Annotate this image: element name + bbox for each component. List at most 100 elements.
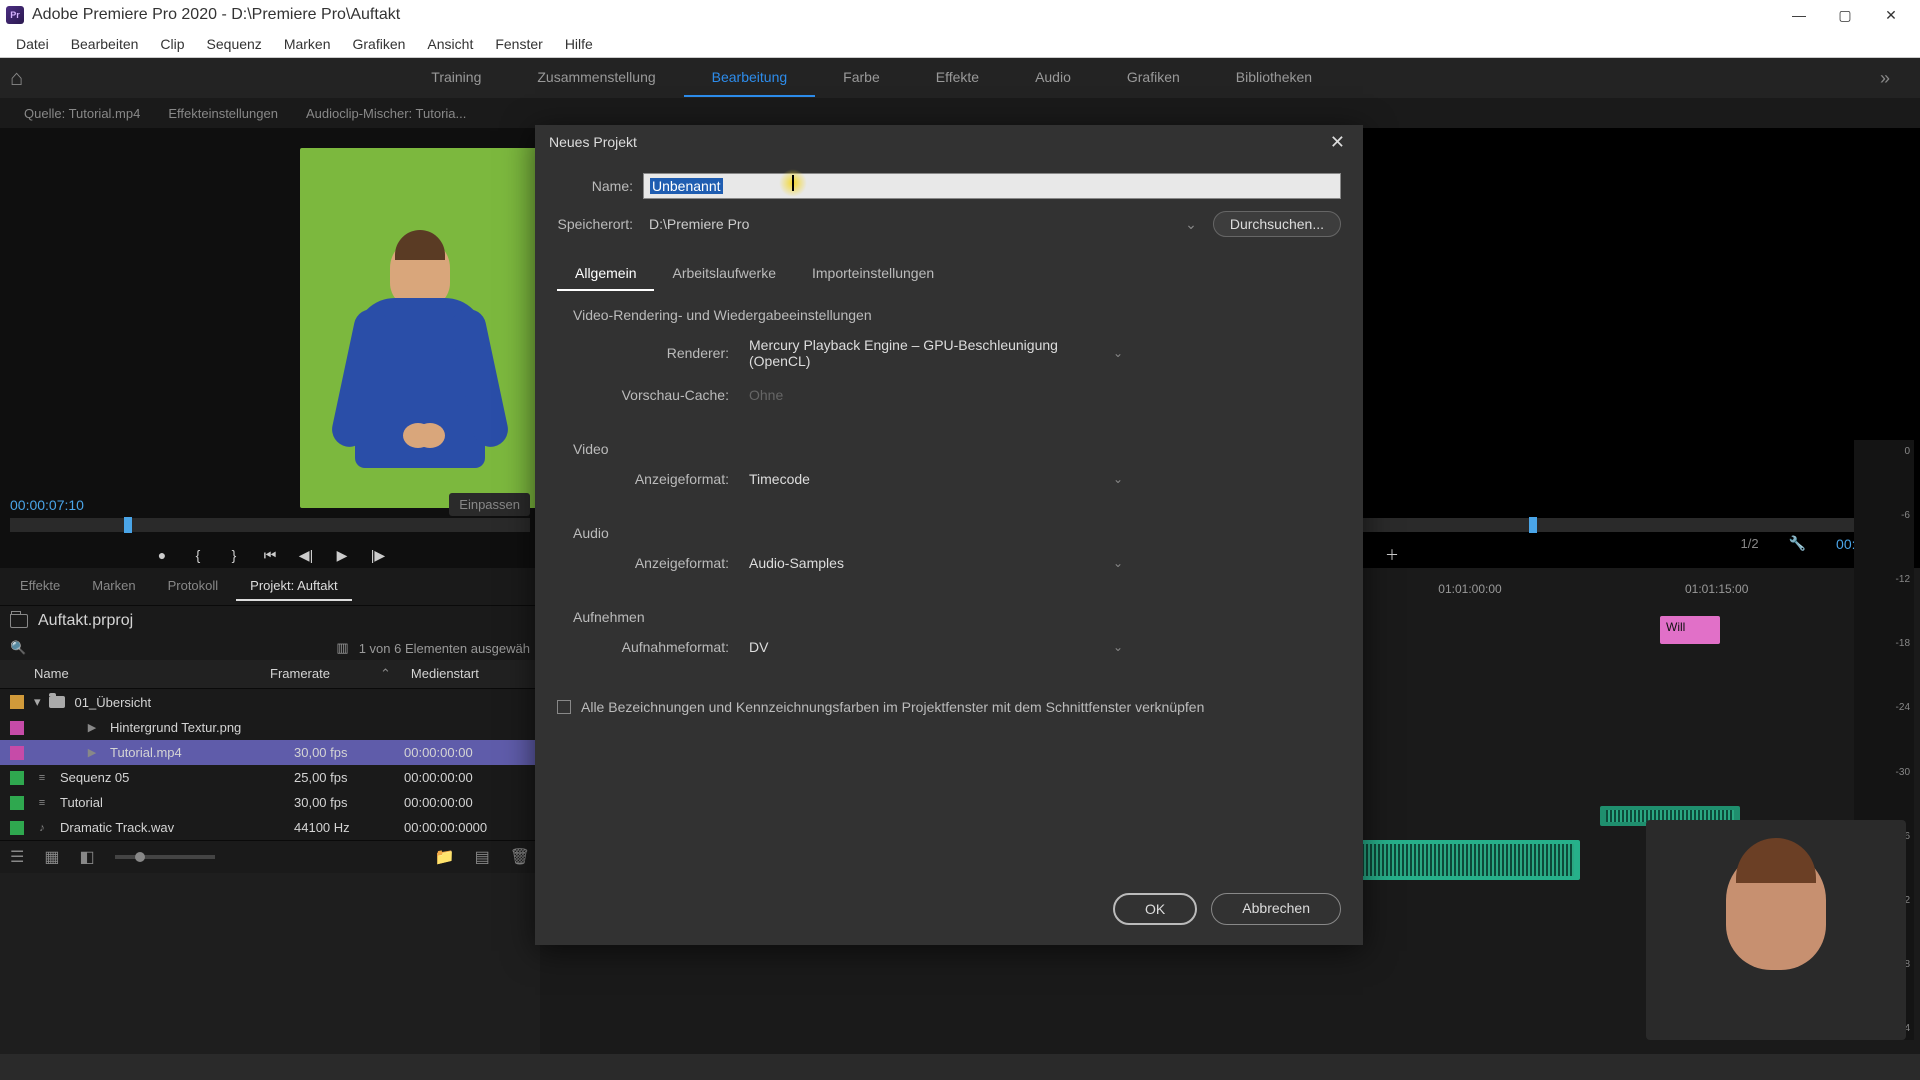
settings-plus-icon[interactable]: ＋	[1383, 546, 1401, 564]
menu-sequenz[interactable]: Sequenz	[197, 32, 272, 56]
tab-effect-controls[interactable]: Effekteinstellungen	[154, 100, 292, 127]
label-swatch	[10, 796, 24, 810]
search-icon[interactable]: 🔍	[10, 640, 26, 656]
trash-icon[interactable]: 🗑	[510, 847, 530, 867]
table-row[interactable]: ▾01_Übersicht	[0, 689, 540, 715]
location-label: Speicherort:	[557, 216, 643, 232]
menu-ansicht[interactable]: Ansicht	[417, 32, 483, 56]
new-bin-icon[interactable]: 📁	[435, 847, 455, 867]
col-framerate[interactable]: Framerate	[270, 666, 380, 682]
cancel-button[interactable]: Abbrechen	[1211, 893, 1341, 925]
table-row[interactable]: ▶Hintergrund Textur.png	[0, 715, 540, 740]
step-fwd-icon[interactable]: |▶	[369, 546, 387, 564]
mark-in-icon[interactable]: {	[189, 546, 207, 564]
step-back-icon[interactable]: ◀|	[297, 546, 315, 564]
menu-datei[interactable]: Datei	[6, 32, 59, 56]
table-row[interactable]: ≡Sequenz 0525,00 fps00:00:00:00	[0, 765, 540, 790]
sort-arrow-icon[interactable]: ⌃	[380, 666, 391, 682]
table-row[interactable]: ▶Tutorial.mp430,00 fps00:00:00:00	[0, 740, 540, 765]
table-row[interactable]: ♪Dramatic Track.wav44100 Hz00:00:00:0000	[0, 815, 540, 840]
dialog-close-icon[interactable]: ✕	[1326, 132, 1349, 153]
meter-tick: -12	[1858, 574, 1910, 585]
tab-audio-mixer[interactable]: Audioclip-Mischer: Tutoria...	[292, 100, 480, 127]
tab-projekt[interactable]: Projekt: Auftakt	[236, 572, 351, 601]
app-icon: Pr	[6, 6, 24, 24]
renderer-dropdown[interactable]: Mercury Playback Engine – GPU-Beschleuni…	[741, 333, 1131, 373]
audio-format-dropdown[interactable]: Audio-Samples⌄	[741, 551, 1131, 575]
source-scrubber[interactable]	[10, 518, 530, 532]
section-capture-title: Aufnehmen	[573, 609, 1341, 625]
tab-allgemein[interactable]: Allgemein	[557, 257, 654, 291]
filter-bin-icon[interactable]: ▥	[336, 640, 348, 656]
project-bottom-toolbar: ☰ ▦ ◧ 📁 ▤ 🗑	[0, 840, 540, 873]
location-dropdown[interactable]: D:\Premiere Pro⌄	[643, 212, 1203, 237]
cache-dropdown: Ohne	[741, 383, 1131, 407]
workspace-tab-training[interactable]: Training	[403, 59, 509, 97]
item-name: Hintergrund Textur.png	[110, 720, 241, 735]
tab-effekte[interactable]: Effekte	[6, 572, 74, 601]
workspace-tab-farbe[interactable]: Farbe	[815, 59, 908, 97]
clip-icon: ▶	[84, 747, 100, 759]
tab-source[interactable]: Quelle: Tutorial.mp4	[10, 100, 154, 127]
freeform-view-icon[interactable]: ◧	[79, 847, 94, 867]
play-icon[interactable]: ▶	[333, 546, 351, 564]
add-marker-icon[interactable]: ●	[153, 546, 171, 564]
goto-in-icon[interactable]: ⏮	[261, 546, 279, 564]
menu-marken[interactable]: Marken	[274, 32, 341, 56]
label-swatch	[10, 746, 24, 760]
clip-icon: ♪	[34, 822, 50, 834]
minimize-button[interactable]: —	[1776, 0, 1822, 30]
source-video-preview[interactable]	[300, 148, 540, 508]
video-clip[interactable]: Will	[1660, 616, 1720, 644]
video-format-dropdown[interactable]: Timecode⌄	[741, 467, 1131, 491]
tab-arbeitslaufwerke[interactable]: Arbeitslaufwerke	[654, 257, 794, 291]
zoom-slider[interactable]	[115, 855, 215, 859]
menu-clip[interactable]: Clip	[150, 32, 194, 56]
ok-button[interactable]: OK	[1113, 893, 1197, 925]
icon-view-icon[interactable]: ▦	[44, 847, 59, 867]
expand-icon[interactable]: ▾	[34, 694, 41, 710]
workspace-tab-grafiken[interactable]: Grafiken	[1099, 59, 1208, 97]
workspace-tab-bearbeitung[interactable]: Bearbeitung	[684, 59, 816, 97]
browse-button[interactable]: Durchsuchen...	[1213, 211, 1341, 237]
close-window-button[interactable]: ✕	[1868, 0, 1914, 30]
menu-fenster[interactable]: Fenster	[485, 32, 552, 56]
source-timecode[interactable]: 00:00:07:10	[10, 497, 84, 513]
link-labels-checkbox[interactable]	[557, 700, 571, 714]
col-medienstart[interactable]: Medienstart	[411, 666, 531, 682]
maximize-button[interactable]: ▢	[1822, 0, 1868, 30]
program-zoom[interactable]: 1/2	[1741, 536, 1759, 551]
workspace-tab-audio[interactable]: Audio	[1007, 59, 1099, 97]
webcam-overlay	[1646, 820, 1906, 1040]
meter-tick: -6	[1858, 510, 1910, 521]
home-icon[interactable]: ⌂	[10, 65, 23, 91]
table-row[interactable]: ≡Tutorial30,00 fps00:00:00:00	[0, 790, 540, 815]
workspace-tab-effekte[interactable]: Effekte	[908, 59, 1007, 97]
label-swatch	[10, 821, 24, 835]
workspace-tab-zusammenstellung[interactable]: Zusammenstellung	[509, 59, 683, 97]
menu-grafiken[interactable]: Grafiken	[343, 32, 416, 56]
ruler-tick: 01:01:15:00	[1593, 582, 1840, 602]
folder-icon	[49, 696, 65, 708]
section-video-title: Video	[573, 441, 1341, 457]
workspace-tab-bibliotheken[interactable]: Bibliotheken	[1208, 59, 1340, 97]
tab-importeinstellungen[interactable]: Importeinstellungen	[794, 257, 952, 291]
item-medienstart: 00:00:00:0000	[404, 820, 524, 835]
project-name-input[interactable]: Unbenannt	[643, 173, 1341, 199]
mark-out-icon[interactable]: }	[225, 546, 243, 564]
new-item-icon[interactable]: ▤	[475, 847, 490, 867]
capture-format-dropdown[interactable]: DV⌄	[741, 635, 1131, 659]
tab-marken[interactable]: Marken	[78, 572, 149, 601]
workspace-overflow-icon[interactable]: »	[1860, 68, 1910, 89]
tab-protokoll[interactable]: Protokoll	[154, 572, 233, 601]
source-panel-tabs: Quelle: Tutorial.mp4 Effekteinstellungen…	[0, 98, 1920, 128]
menu-bearbeiten[interactable]: Bearbeiten	[61, 32, 149, 56]
item-name: Sequenz 05	[60, 770, 129, 785]
wrench-icon[interactable]: 🔧	[1789, 535, 1806, 552]
meter-tick: 0	[1858, 446, 1910, 457]
menu-hilfe[interactable]: Hilfe	[555, 32, 603, 56]
col-name[interactable]: Name	[10, 666, 270, 682]
fit-dropdown[interactable]: Einpassen	[449, 493, 530, 516]
list-view-icon[interactable]: ☰	[10, 847, 24, 867]
source-monitor: 00:00:07:10 Einpassen ▦ ⇥ ● { } ⏮ ◀| ▶ |…	[0, 128, 540, 568]
